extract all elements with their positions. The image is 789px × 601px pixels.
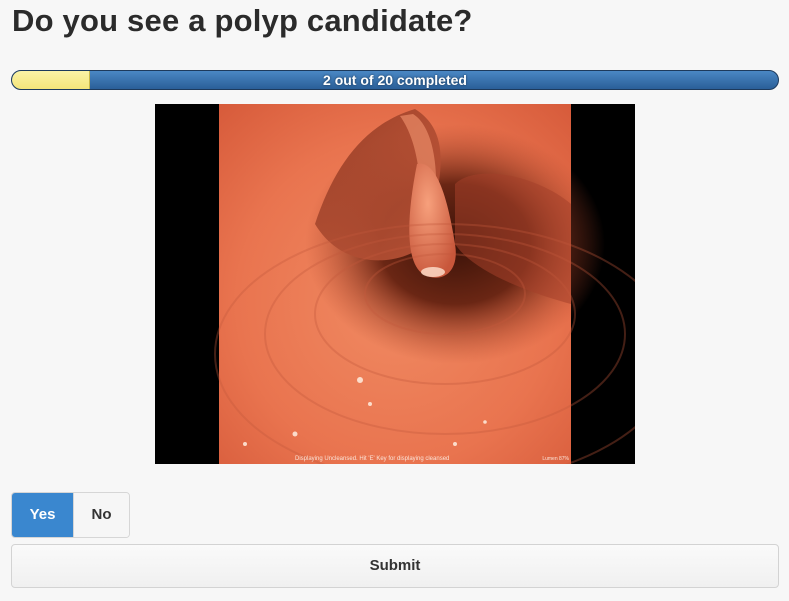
viewer-lumen-readout: Lumen 87% <box>542 456 569 462</box>
polyp-review-page: Do you see a polyp candidate? 2 out of 2… <box>0 0 789 601</box>
answer-yes-button[interactable]: Yes <box>12 493 73 537</box>
viewer-caption: Displaying Uncleansed. Hit 'E' Key for d… <box>295 456 450 462</box>
progress-label: 2 out of 20 completed <box>323 72 467 88</box>
endoscopic-image <box>155 104 635 464</box>
submit-button[interactable]: Submit <box>11 544 779 588</box>
answer-no-button[interactable]: No <box>73 493 129 537</box>
answer-toggle-group: Yes No <box>11 492 130 538</box>
progress-bar: 2 out of 20 completed <box>11 70 779 90</box>
question-title: Do you see a polyp candidate? <box>12 3 473 38</box>
colonoscopy-image-viewer: Displaying Uncleansed. Hit 'E' Key for d… <box>155 104 635 464</box>
